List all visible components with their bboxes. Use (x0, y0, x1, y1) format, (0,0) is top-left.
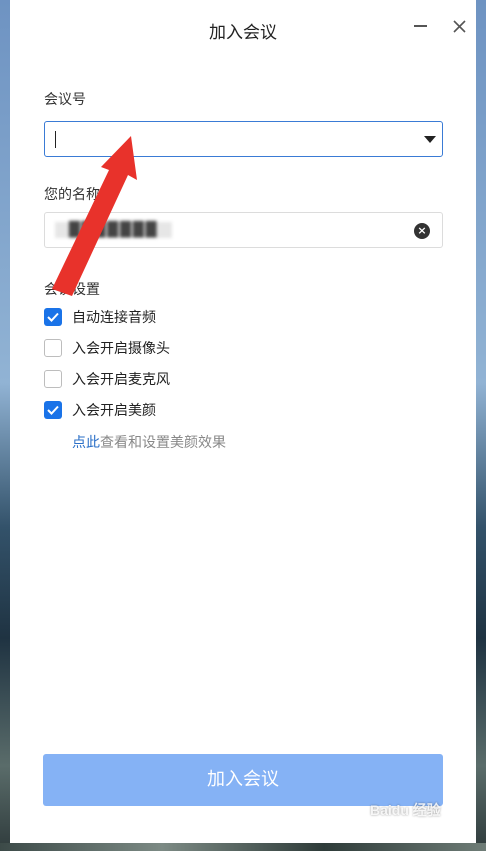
background-right-edge (476, 0, 486, 851)
meeting-id-label: 会议号 (44, 92, 86, 108)
minimize-icon (413, 25, 427, 27)
join-meeting-dialog: 加入会议 会议号 您的名称 ███████ × 会议设置 自动连接音频 入会开启… (10, 0, 476, 843)
title-bar[interactable]: 加入会议 (10, 0, 476, 58)
beauty-settings-link[interactable]: 点此 (72, 435, 100, 451)
beauty-settings-text: 查看和设置美颜效果 (100, 435, 226, 451)
join-meeting-button[interactable]: 加入会议 (43, 754, 443, 806)
option-label: 入会开启美颜 (72, 403, 156, 419)
baidu-watermark: Baidu 经验 (370, 802, 441, 818)
option-label: 入会开启麦克风 (72, 372, 170, 388)
close-icon (452, 19, 466, 33)
clear-input-icon[interactable]: × (414, 223, 430, 239)
option-beauty-on-join[interactable]: 入会开启美颜 (44, 400, 156, 420)
display-name-value: ███████ (55, 222, 173, 238)
dropdown-arrow-icon[interactable] (424, 136, 436, 143)
minimize-button[interactable] (408, 14, 432, 38)
settings-heading: 会议设置 (44, 282, 100, 298)
display-name-input[interactable]: ███████ × (44, 212, 443, 248)
checkbox-unchecked[interactable] (44, 370, 62, 388)
option-mic-on-join[interactable]: 入会开启麦克风 (44, 369, 170, 389)
checkbox-checked[interactable] (44, 308, 62, 326)
option-camera-on-join[interactable]: 入会开启摄像头 (44, 338, 170, 358)
checkmark-icon (47, 405, 59, 415)
checkmark-icon (47, 312, 59, 322)
background-bottom-edge (0, 843, 486, 851)
checkbox-checked[interactable] (44, 401, 62, 419)
close-button[interactable] (447, 14, 471, 38)
beauty-settings-hint: 点此查看和设置美颜效果 (72, 432, 226, 452)
option-auto-audio[interactable]: 自动连接音频 (44, 307, 156, 327)
option-label: 自动连接音频 (72, 310, 156, 326)
text-caret (55, 131, 56, 148)
display-name-label: 您的名称 (44, 187, 100, 203)
option-label: 入会开启摄像头 (72, 341, 170, 357)
dialog-title: 加入会议 (209, 23, 277, 43)
meeting-id-input[interactable] (44, 121, 443, 157)
checkbox-unchecked[interactable] (44, 339, 62, 357)
watermark-url: jingyan.baidu.com (372, 823, 445, 833)
background-left-edge (0, 0, 10, 851)
